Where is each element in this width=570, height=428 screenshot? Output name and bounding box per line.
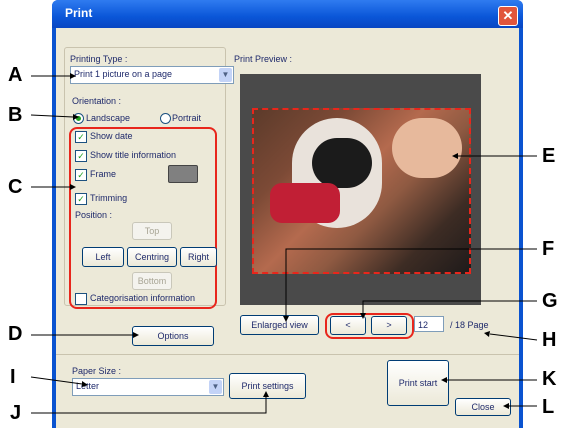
callout-h: H (542, 329, 557, 351)
callout-c: C (8, 176, 23, 198)
callout-line-b (30, 114, 74, 118)
callout-l: L (542, 396, 555, 418)
callout-a: A (8, 64, 23, 86)
callout-line-g (362, 300, 537, 313)
callout-b: B (8, 104, 23, 126)
callout-k: K (542, 368, 557, 390)
callout-line-j (31, 397, 267, 414)
callout-lines (30, 73, 538, 414)
callout-f: F (542, 238, 555, 260)
callout-g: G (542, 290, 558, 312)
callout-i: I (10, 366, 16, 388)
callout-line-h (489, 333, 538, 341)
callout-j: J (10, 402, 22, 424)
callout-line-i (30, 376, 83, 385)
callout-line-f (285, 248, 537, 316)
callout-e: E (542, 145, 556, 167)
callout-d: D (8, 323, 23, 345)
